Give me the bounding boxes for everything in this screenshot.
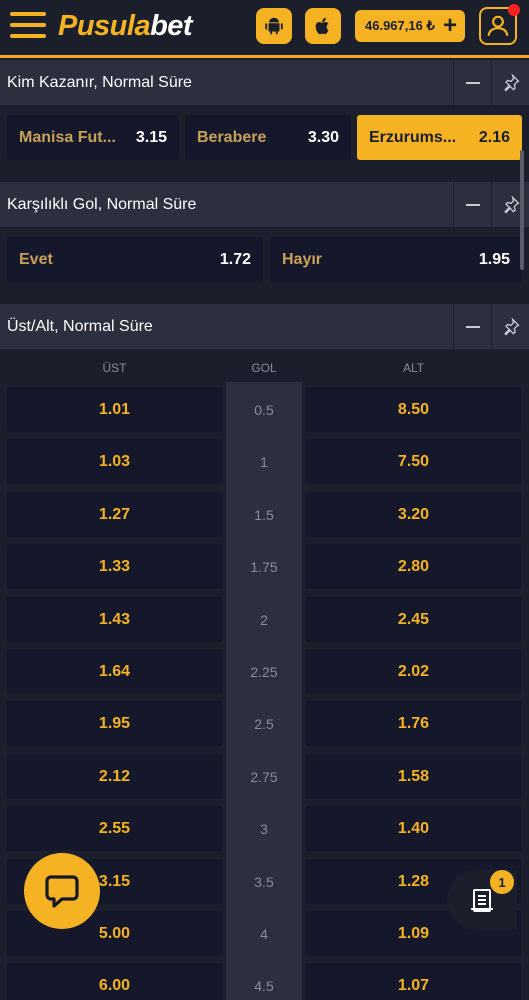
under-odd-button[interactable]: 7.50 (306, 439, 521, 484)
profile-button[interactable] (479, 4, 520, 45)
column-header-over: ÜST (102, 361, 127, 375)
market-title: Kim Kazanır, Normal Süre (7, 73, 192, 91)
pin-icon (503, 194, 520, 213)
over-under-row: 1.33 1.75 2.80 (0, 544, 529, 589)
betslip-count-badge: 1 (490, 870, 514, 894)
goal-line-value: 4.5 (254, 977, 274, 994)
pusulabet-logo[interactable]: Pusulabet (58, 10, 193, 43)
over-odd-button[interactable]: 6.00 (7, 963, 222, 1000)
over-odd-button[interactable]: 1.64 (7, 649, 222, 694)
odd-button-no[interactable]: Hayır 1.95 (270, 237, 522, 282)
collapse-button[interactable] (453, 304, 491, 349)
apple-icon (315, 17, 329, 35)
minus-icon (465, 81, 480, 84)
under-odd-button[interactable]: 1.58 (306, 754, 521, 799)
over-odd-button[interactable]: 2.55 (7, 806, 222, 851)
under-odd-button[interactable]: 3.20 (306, 492, 521, 537)
goal-line-value: 1 (260, 453, 268, 470)
market-header-match-result[interactable]: Kim Kazanır, Normal Süre (0, 60, 529, 105)
minus-icon (465, 203, 480, 206)
over-under-row: 1.64 2.25 2.02 (0, 649, 529, 694)
scrollbar[interactable] (520, 150, 524, 270)
odd-button-away[interactable]: Erzurums... 2.16 (357, 115, 522, 160)
collapse-button[interactable] (453, 60, 491, 105)
top-header: Pusulabet 46.967,16 ₺ + (0, 0, 529, 58)
goal-line-value: 2.5 (254, 715, 274, 732)
over-under-row: 2.12 2.75 1.58 (0, 754, 529, 799)
hamburger-menu-icon[interactable] (10, 12, 46, 42)
odd-button-draw[interactable]: Berabere 3.30 (185, 115, 351, 160)
live-chat-button[interactable] (24, 853, 100, 929)
over-under-row: 1.01 0.5 8.50 (0, 387, 529, 432)
over-odd-button[interactable]: 1.33 (7, 544, 222, 589)
over-under-row: 2.55 3 1.40 (0, 806, 529, 851)
chat-icon (45, 875, 79, 908)
pin-icon (503, 316, 520, 335)
ios-app-button[interactable] (305, 8, 341, 44)
over-under-row: 1.95 2.5 1.76 (0, 701, 529, 746)
android-app-button[interactable] (256, 8, 292, 44)
column-header-goal: GOL (251, 361, 277, 375)
under-odd-button[interactable]: 1.76 (306, 701, 521, 746)
goal-line-value: 2.25 (250, 663, 278, 680)
minus-icon (465, 325, 480, 328)
goal-line-value: 3 (260, 820, 268, 837)
balance-amount: 46.967,16 ₺ (365, 18, 435, 33)
under-odd-button[interactable]: 1.40 (306, 806, 521, 851)
over-under-row: 1.27 1.5 3.20 (0, 492, 529, 537)
over-under-row: 1.03 1 7.50 (0, 439, 529, 484)
market-header-over-under[interactable]: Üst/Alt, Normal Süre (0, 304, 529, 349)
goal-line-value: 2.75 (250, 768, 278, 785)
over-odd-button[interactable]: 1.43 (7, 597, 222, 642)
over-under-row: 6.00 4.5 1.07 (0, 963, 529, 1000)
pin-icon (503, 72, 520, 91)
balance-button[interactable]: 46.967,16 ₺ + (355, 10, 465, 42)
android-icon (265, 17, 283, 35)
odd-button-home[interactable]: Manisa Fut... 3.15 (7, 115, 179, 160)
notification-dot (508, 4, 520, 16)
over-odd-button[interactable]: 2.12 (7, 754, 222, 799)
column-header-under: ALT (402, 361, 425, 375)
over-odd-button[interactable]: 1.95 (7, 701, 222, 746)
pin-button[interactable] (491, 304, 529, 349)
goal-line-value: 4 (260, 925, 268, 942)
over-odd-button[interactable]: 1.01 (7, 387, 222, 432)
over-odd-button[interactable]: 1.03 (7, 439, 222, 484)
market-header-both-score[interactable]: Karşılıklı Gol, Normal Süre (0, 182, 529, 227)
under-odd-button[interactable]: 8.50 (306, 387, 521, 432)
market-title: Karşılıklı Gol, Normal Süre (7, 195, 197, 213)
collapse-button[interactable] (453, 182, 491, 227)
odd-button-yes[interactable]: Evet 1.72 (7, 237, 263, 282)
goal-line-value: 3.5 (254, 873, 274, 890)
user-icon (487, 15, 509, 36)
under-odd-button[interactable]: 1.07 (306, 963, 521, 1000)
goal-line-value: 2 (260, 611, 268, 628)
goal-line-value: 0.5 (254, 401, 274, 418)
under-odd-button[interactable]: 2.80 (306, 544, 521, 589)
over-odd-button[interactable]: 1.27 (7, 492, 222, 537)
goal-line-value: 1.75 (250, 558, 278, 575)
plus-icon: + (442, 12, 457, 39)
over-under-row: 1.43 2 2.45 (0, 597, 529, 642)
pin-button[interactable] (491, 60, 529, 105)
market-title: Üst/Alt, Normal Süre (7, 317, 153, 335)
under-odd-button[interactable]: 2.02 (306, 649, 521, 694)
under-odd-button[interactable]: 2.45 (306, 597, 521, 642)
goal-line-value: 1.5 (254, 506, 274, 523)
